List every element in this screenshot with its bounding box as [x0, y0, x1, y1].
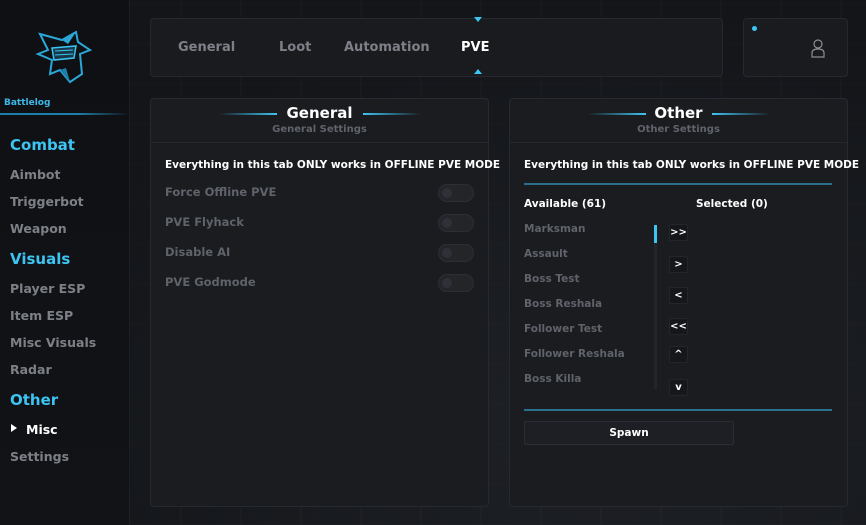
other-notice: Everything in this tab ONLY works in OFF… [524, 159, 860, 171]
sidebar: Battlelog Combat Aimbot Triggerbot Weapo… [0, 0, 130, 525]
spawn-button[interactable]: Spawn [524, 421, 734, 445]
sidebar-item-item-esp[interactable]: Item ESP [10, 308, 73, 323]
list-item[interactable]: Marksman [524, 223, 585, 235]
sidebar-item-radar[interactable]: Radar [10, 362, 52, 377]
toggle-pve-flyhack[interactable] [438, 214, 474, 232]
sidebar-item-misc[interactable]: Misc [26, 422, 58, 437]
list-item[interactable]: Follower Test [524, 323, 602, 335]
tab-general[interactable]: General [178, 40, 235, 55]
list-item[interactable]: Assault [524, 248, 568, 260]
user-icon[interactable] [811, 38, 825, 58]
sidebar-item-triggerbot[interactable]: Triggerbot [10, 194, 84, 209]
tab-automation[interactable]: Automation [344, 40, 430, 55]
selected-header: Selected (0) [696, 198, 768, 210]
list-item[interactable]: Boss Killa [524, 373, 581, 385]
available-scroll-thumb[interactable] [654, 225, 657, 243]
user-box[interactable] [743, 18, 848, 77]
move-all-right-button[interactable]: >> [669, 224, 688, 241]
tab-pve[interactable]: PVE [461, 40, 489, 55]
separator-bottom [524, 409, 832, 411]
list-item[interactable]: Follower Reshala [524, 348, 625, 360]
active-arrow-icon [11, 424, 17, 432]
general-panel-subtitle: General Settings [272, 124, 367, 135]
move-up-button[interactable]: ^ [669, 346, 688, 363]
list-item[interactable]: Boss Test [524, 273, 580, 285]
sidebar-item-weapon[interactable]: Weapon [10, 221, 67, 236]
toggle-force-offline-pve[interactable] [438, 184, 474, 202]
section-combat: Combat [10, 136, 75, 154]
active-tab-indicator-bottom-icon [474, 69, 482, 74]
sidebar-item-player-esp[interactable]: Player ESP [10, 281, 85, 296]
knight-logo-icon [35, 30, 93, 84]
option-label-pve-godmode: PVE Godmode [165, 275, 256, 289]
brand-label: Battlelog [4, 98, 51, 108]
separator-top [524, 183, 832, 185]
available-header: Available (61) [524, 198, 607, 210]
move-right-button[interactable]: > [669, 256, 688, 273]
other-panel-header: Other Other Settings [510, 99, 847, 143]
general-panel: General General Settings Everything in t… [150, 98, 500, 507]
sidebar-item-aimbot[interactable]: Aimbot [10, 167, 61, 182]
option-label-pve-flyhack: PVE Flyhack [165, 215, 244, 229]
toggle-pve-godmode[interactable] [438, 274, 474, 292]
other-panel: Other Other Settings Everything in this … [509, 98, 859, 507]
section-other: Other [10, 391, 59, 409]
sidebar-item-misc-visuals[interactable]: Misc Visuals [10, 335, 96, 350]
general-panel-title: General [286, 104, 353, 122]
toggle-disable-ai[interactable] [438, 244, 474, 262]
move-down-button[interactable]: v [669, 379, 688, 396]
active-tab-indicator-top-icon [474, 17, 482, 22]
other-panel-title: Other [654, 104, 703, 122]
option-label-disable-ai: Disable AI [165, 245, 231, 259]
tab-loot[interactable]: Loot [279, 40, 311, 55]
brand-divider [0, 113, 130, 115]
option-label-force-offline-pve: Force Offline PVE [165, 185, 277, 199]
tab-bar: General Loot Automation PVE [150, 18, 723, 77]
status-dot [752, 26, 757, 31]
list-item[interactable]: Boss Reshala [524, 298, 602, 310]
section-visuals: Visuals [10, 250, 71, 268]
general-panel-header: General General Settings [151, 99, 488, 143]
move-all-left-button[interactable]: << [669, 318, 688, 335]
general-notice: Everything in this tab ONLY works in OFF… [165, 159, 501, 171]
available-scrollbar[interactable] [654, 225, 657, 389]
other-panel-subtitle: Other Settings [637, 124, 720, 135]
move-left-button[interactable]: < [669, 287, 688, 304]
sidebar-item-settings[interactable]: Settings [10, 449, 69, 464]
